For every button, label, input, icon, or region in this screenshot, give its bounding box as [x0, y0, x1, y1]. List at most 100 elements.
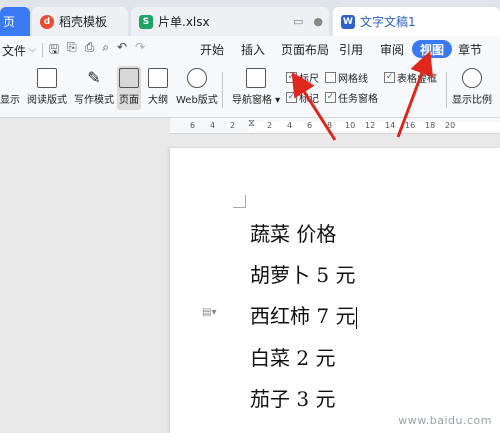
- tab-actions: ▭ ●: [293, 15, 323, 28]
- format-painter-icon[interactable]: ⎘: [67, 40, 77, 61]
- checkbox-checked-icon: ✓: [286, 72, 297, 83]
- ruler-tick: 18: [425, 121, 436, 130]
- navigation-pane-button[interactable]: 导航窗格 ▾: [232, 68, 280, 106]
- checkbox-checked-icon: ✓: [384, 72, 395, 83]
- display-icon: [0, 68, 20, 88]
- menu-page-layout[interactable]: 页面布局: [281, 41, 329, 59]
- tab-home[interactable]: 页: [0, 7, 30, 36]
- spreadsheet-icon: S: [139, 14, 153, 29]
- tab-template[interactable]: d 稻壳模板: [32, 7, 128, 36]
- doc-line-text: 西红柿 7 元: [250, 304, 356, 328]
- ruler-tick: 14: [385, 121, 396, 130]
- tab-bar: 页 d 稻壳模板 S 片单.xlsx ▭ ● W 文字文稿1: [0, 0, 500, 36]
- horizontal-ruler[interactable]: 6 4 2 ⧖ 2 4 6 8 10 12 14 16 18 20: [170, 118, 500, 134]
- page-view-button[interactable]: 页面: [117, 66, 141, 110]
- monitor-icon[interactable]: ▭: [293, 15, 303, 28]
- doc-line[interactable]: 茄子 3 元: [250, 383, 335, 412]
- dot-icon[interactable]: ●: [313, 15, 323, 28]
- tab-document-label: 文字文稿1: [360, 15, 416, 29]
- ruler-tick: 10: [345, 121, 356, 130]
- outline-label: 大纲: [148, 95, 168, 106]
- checkbox-checked-icon: ✓: [286, 92, 297, 103]
- text-cursor: [356, 306, 358, 329]
- ruler-tick: 4: [287, 121, 293, 130]
- doc-line[interactable]: 蔬菜 价格: [250, 218, 336, 247]
- quick-access: 🖫 ⎘ ⎙ ⌕ ↶ ↷: [49, 40, 145, 61]
- menu-chapter[interactable]: 章节: [458, 41, 482, 59]
- file-menu[interactable]: 文件 ⌵: [2, 42, 36, 59]
- reading-layout-label: 阅读版式: [27, 95, 67, 106]
- page-icon: [119, 68, 139, 88]
- ruler-checkbox[interactable]: ✓ 标尺: [286, 70, 319, 85]
- menu-view[interactable]: 视图: [412, 40, 453, 58]
- checkbox-unchecked-icon: [325, 72, 336, 83]
- ruler-tick: 2: [267, 121, 273, 130]
- tab-document[interactable]: W 文字文稿1: [333, 7, 500, 36]
- pen-icon: ✎: [87, 68, 101, 87]
- globe-icon: [186, 68, 207, 88]
- task-pane-checkbox-label: 任务窗格: [338, 94, 378, 105]
- document-page[interactable]: 蔬菜 价格 胡萝卜 5 元 西红柿 7 元 白菜 2 元 茄子 3 元: [170, 148, 500, 433]
- page-view-label: 页面: [119, 95, 139, 106]
- view-ribbon: 显示 阅读版式 ✎ 写作模式 页面 大纲 Web版式 导航窗格 ▾ ✓ 标尺 网…: [0, 64, 500, 118]
- web-layout-button[interactable]: Web版式: [176, 68, 218, 106]
- margin-corner-marker: [233, 195, 246, 208]
- save-icon[interactable]: 🖫: [49, 40, 59, 61]
- chevron-down-icon: ⌵: [29, 45, 36, 55]
- reading-layout-button[interactable]: 阅读版式: [27, 68, 67, 106]
- ruler-tick: 16: [405, 121, 416, 130]
- tab-template-label: 稻壳模板: [59, 15, 108, 29]
- menu-references[interactable]: 引用: [339, 41, 363, 59]
- file-menu-label: 文件: [2, 43, 27, 58]
- ruler-tick: 4: [210, 121, 216, 130]
- tab-spreadsheet[interactable]: S 片单.xlsx ▭ ●: [131, 7, 329, 36]
- markup-checkbox[interactable]: ✓ 标记: [286, 90, 319, 105]
- display-label: 显示: [0, 95, 20, 106]
- web-layout-label: Web版式: [176, 95, 218, 106]
- menu-insert[interactable]: 插入: [241, 41, 265, 59]
- writing-mode-button[interactable]: ✎ 写作模式: [74, 68, 114, 106]
- markup-checkbox-label: 标记: [299, 94, 319, 105]
- print-preview-icon[interactable]: ⌕: [102, 40, 109, 61]
- ruler-tick: 12: [365, 121, 376, 130]
- doc-line[interactable]: 西红柿 7 元: [250, 300, 358, 329]
- book-icon: [37, 68, 57, 88]
- daoke-logo-icon: d: [40, 14, 54, 29]
- menu-toolbar: 文件 ⌵ 🖫 ⎘ ⎙ ⌕ ↶ ↷ 开始 插入 页面布局 引用 审阅 视图 章节: [0, 36, 500, 64]
- undo-icon[interactable]: ↶: [117, 40, 127, 61]
- doc-line[interactable]: 胡萝卜 5 元: [250, 259, 355, 288]
- ruler-tick: 6: [307, 121, 313, 130]
- ruler-tick: 20: [445, 121, 456, 130]
- watermark: www.baidu.com: [398, 414, 492, 427]
- divider: [222, 72, 223, 108]
- paragraph-handle-icon[interactable]: ▤▾: [202, 307, 216, 318]
- tab-home-label: 页: [3, 15, 16, 29]
- ruler-tick: 2: [230, 121, 236, 130]
- menu-review[interactable]: 审阅: [380, 41, 404, 59]
- navigation-pane-label: 导航窗格 ▾: [232, 95, 281, 106]
- zoom-button[interactable]: 显示比例: [452, 68, 492, 106]
- writer-doc-icon: W: [341, 14, 355, 29]
- display-button[interactable]: 显示: [0, 68, 20, 106]
- print-icon[interactable]: ⎙: [85, 40, 95, 61]
- redo-icon[interactable]: ↷: [135, 40, 145, 61]
- indent-marker-icon[interactable]: ⧖: [248, 118, 255, 129]
- writing-mode-label: 写作模式: [74, 95, 114, 106]
- ruler-tick: 6: [190, 121, 196, 130]
- menu-start[interactable]: 开始: [200, 41, 224, 59]
- zoom-label: 显示比例: [452, 95, 492, 106]
- app-window: 页 d 稻壳模板 S 片单.xlsx ▭ ● W 文字文稿1 文件 ⌵ 🖫 ⎘ …: [0, 0, 500, 433]
- list-icon: [246, 68, 267, 88]
- doc-line[interactable]: 白菜 2 元: [250, 342, 335, 371]
- divider: [41, 43, 43, 57]
- gridlines-checkbox[interactable]: 网格线: [325, 70, 368, 85]
- outline-button[interactable]: 大纲: [148, 68, 168, 106]
- ruler-tick: 8: [327, 121, 333, 130]
- checkbox-checked-icon: ✓: [325, 92, 336, 103]
- task-pane-checkbox[interactable]: ✓ 任务窗格: [325, 90, 378, 105]
- table-gridlines-checkbox-label: 表格虚框: [397, 74, 437, 85]
- outline-icon: [148, 68, 168, 88]
- table-gridlines-checkbox[interactable]: ✓ 表格虚框: [384, 70, 437, 85]
- gridlines-checkbox-label: 网格线: [338, 74, 368, 85]
- tab-spreadsheet-label: 片单.xlsx: [158, 15, 210, 29]
